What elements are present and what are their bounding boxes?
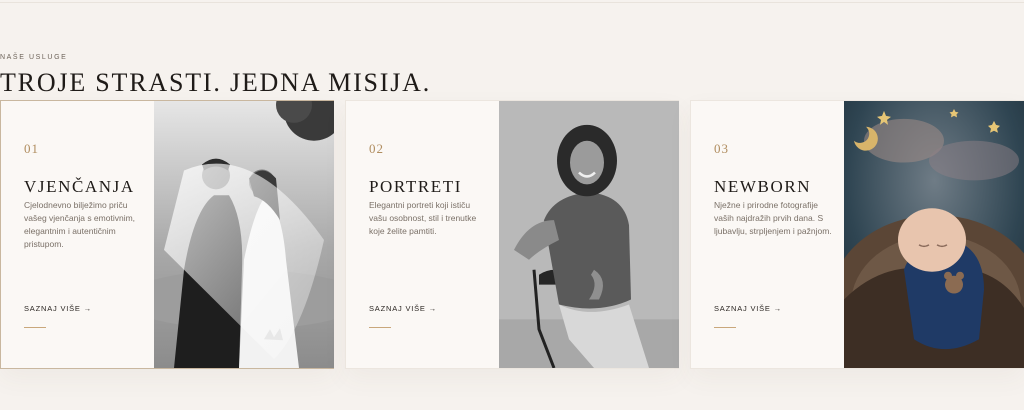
learn-more-link[interactable]: SAZNAJ VIŠE → bbox=[369, 304, 437, 313]
service-title: NEWBORN bbox=[714, 177, 812, 196]
accent-rule bbox=[714, 327, 736, 328]
accent-rule bbox=[369, 327, 391, 328]
service-card-portraits[interactable]: 02 PORTRETI Elegantni portreti koji isti… bbox=[345, 100, 679, 369]
service-card-body: 01 VJENČANJA Cjelodnevno bilježimo priču… bbox=[1, 101, 154, 368]
learn-more-link[interactable]: SAZNAJ VIŠE → bbox=[714, 304, 782, 313]
service-description: Nježne i prirodne fotografije vaših najd… bbox=[714, 200, 832, 236]
portrait-photo bbox=[499, 101, 679, 368]
service-description: Cjelodnevno bilježimo priču vašeg vjenča… bbox=[24, 200, 136, 249]
service-title: PORTRETI bbox=[369, 177, 463, 196]
section-headline: TROJE STRASTI. JEDNA MISIJA. bbox=[0, 68, 432, 97]
service-card-weddings[interactable]: 01 VJENČANJA Cjelodnevno bilježimo priču… bbox=[0, 100, 334, 369]
service-number: 01 bbox=[24, 141, 39, 156]
service-number: 03 bbox=[714, 141, 729, 156]
service-number: 02 bbox=[369, 141, 384, 156]
service-title: VJENČANJA bbox=[24, 177, 135, 196]
service-description: Elegantni portreti koji ističu vašu osob… bbox=[369, 200, 477, 236]
service-card-body: 03 NEWBORN Nježne i prirodne fotografije… bbox=[691, 101, 844, 368]
top-divider bbox=[0, 2, 1024, 3]
service-card-newborn[interactable]: 03 NEWBORN Nježne i prirodne fotografije… bbox=[690, 100, 1024, 369]
section-eyebrow: NAŠE USLUGE bbox=[0, 54, 68, 61]
accent-rule bbox=[24, 327, 46, 328]
learn-more-link[interactable]: SAZNAJ VIŠE → bbox=[24, 304, 92, 313]
newborn-photo bbox=[844, 101, 1024, 368]
wedding-couple-photo bbox=[154, 101, 334, 368]
service-card-body: 02 PORTRETI Elegantni portreti koji isti… bbox=[346, 101, 499, 368]
